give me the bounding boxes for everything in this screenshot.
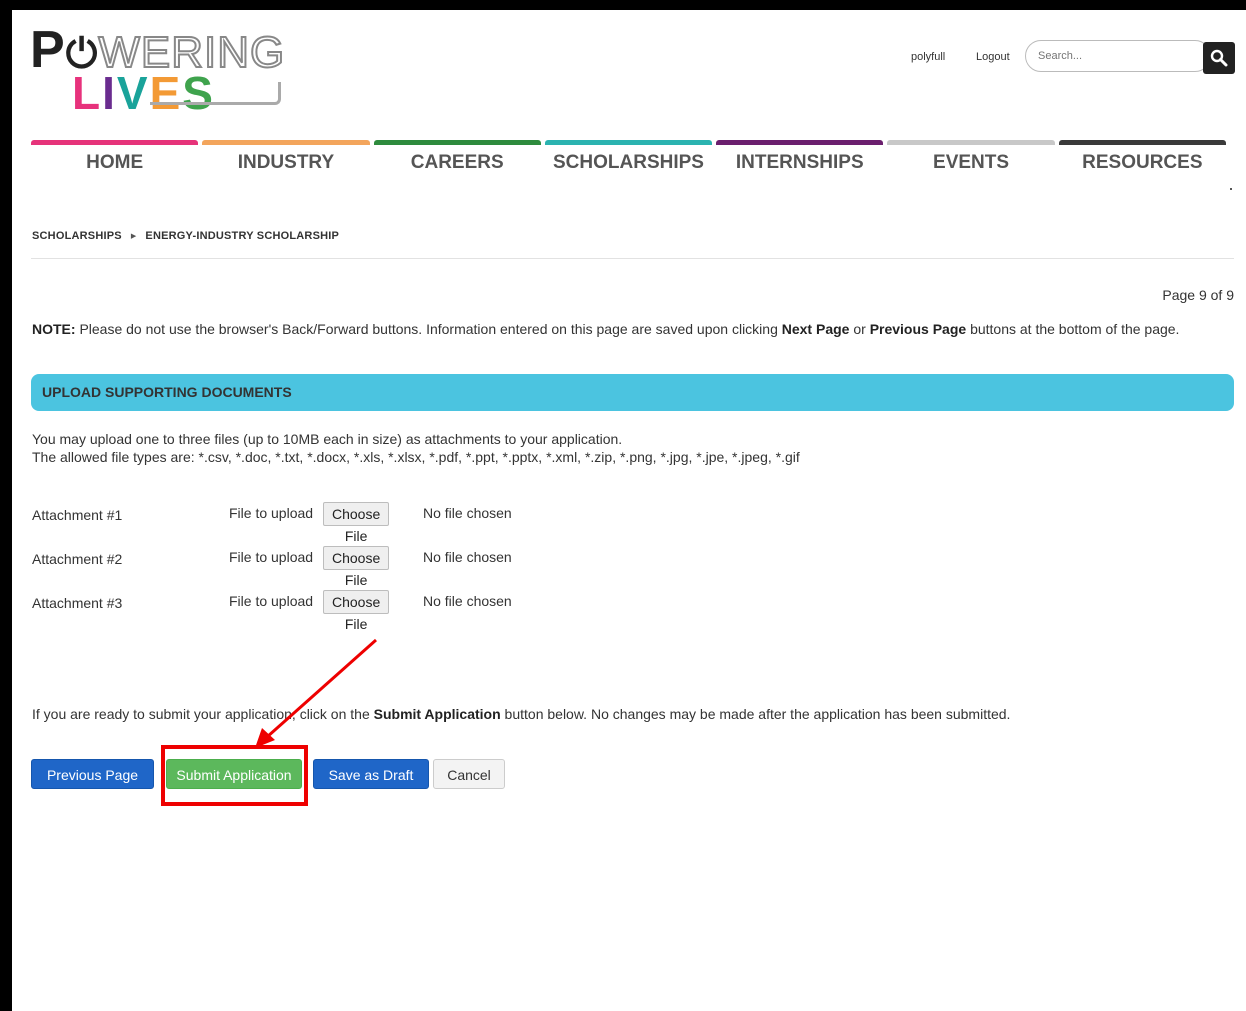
nav-item-label: INDUSTRY [237,152,335,173]
allowed-file-types: The allowed file types are: *.csv, *.doc… [32,449,800,465]
choose-file-button[interactable]: Choose File [323,502,390,544]
file-status: No file chosen [423,593,512,609]
breadcrumb-item-scholarships[interactable]: SCHOLARSHIPS [32,230,122,242]
powering-lives-logo[interactable]: P⏻WERING LIVES [30,20,285,120]
nav-item-events[interactable]: EVENTS [887,140,1055,180]
nav-item-label: EVENTS [933,152,1010,173]
nav-color-bar [716,140,884,145]
nav-item-home[interactable]: HOME [31,140,199,180]
logo-letter: V [116,67,150,119]
logo-letter-p: P [30,21,66,79]
logo-swoosh [150,82,281,105]
save-as-draft-button[interactable]: Save as Draft [313,759,429,789]
attachment-label: Attachment #1 [32,507,123,523]
divider [31,258,1234,259]
main-nav: HOME INDUSTRY CAREERS SCHOLARSHIPS INTER… [31,140,1226,180]
note-part: or [849,321,870,337]
logo-letter: I [102,67,117,119]
search-input[interactable] [1025,40,1211,72]
breadcrumb-item-current: ENERGY-INDUSTRY SCHOLARSHIP [145,230,340,242]
file-to-upload-label: File to upload [229,505,314,521]
previous-page-button[interactable]: Previous Page [31,759,154,789]
breadcrumb-separator-icon: ▶ [130,233,137,241]
annotation-arrow-icon [255,638,377,748]
upload-instructions: You may upload one to three files (up to… [32,430,800,466]
file-to-upload-label: File to upload [229,593,314,609]
file-status: No file chosen [423,505,512,521]
nav-item-label: SCHOLARSHIPS [553,152,704,173]
nav-item-label: CAREERS [410,152,504,173]
nav-item-label: RESOURCES [1082,152,1203,173]
breadcrumb: SCHOLARSHIPS ▶ ENERGY-INDUSTRY SCHOLARSHIP [32,230,339,242]
nav-color-bar [544,140,713,145]
user-account-link[interactable]: polyfull [911,51,945,63]
nav-item-scholarships[interactable]: SCHOLARSHIPS [544,140,713,180]
submit-note-part: button below. No changes may be made aft… [500,706,1011,722]
cancel-button[interactable]: Cancel [433,759,505,789]
nav-color-bar [373,140,541,145]
caption-strip [0,0,1246,10]
file-status: No file chosen [423,549,512,565]
note-part: buttons at the bottom of the page. [966,321,1180,337]
decorative-dot [1230,188,1232,190]
annotation-highlight-box [161,745,308,806]
note-next-page: Next Page [781,321,850,337]
nav-color-bar [887,140,1055,145]
section-header: UPLOAD SUPPORTING DOCUMENTS [31,374,1234,411]
nav-item-industry[interactable]: INDUSTRY [202,140,370,180]
attachment-label: Attachment #2 [32,551,123,567]
logo-letter: L [72,67,103,119]
note-previous-page: Previous Page [869,321,967,337]
nav-item-careers[interactable]: CAREERS [373,140,541,180]
instructions-line: You may upload one to three files (up to… [32,431,623,447]
nav-item-label: HOME [86,152,144,173]
submit-note: If you are ready to submit your applicat… [32,706,1010,722]
search-icon [1210,49,1228,67]
nav-color-bar [202,140,370,145]
logout-link[interactable]: Logout [976,51,1010,63]
note-label: NOTE: [32,321,76,337]
nav-item-resources[interactable]: RESOURCES [1058,140,1226,180]
file-to-upload-label: File to upload [229,549,314,565]
page-indicator: Page 9 of 9 [1162,287,1234,303]
choose-file-button[interactable]: Choose File [323,590,390,632]
nav-color-bar [1058,140,1226,145]
search-button[interactable] [1203,42,1235,74]
note-part: Please do not use the browser's Back/For… [75,321,782,337]
nav-color-bar [31,140,199,145]
submit-note-bold: Submit Application [373,706,501,722]
note-text: NOTE: Please do not use the browser's Ba… [32,320,1232,338]
nav-item-internships[interactable]: INTERNSHIPS [716,140,884,180]
attachment-label: Attachment #3 [32,595,123,611]
nav-item-label: INTERNSHIPS [735,152,864,173]
choose-file-button[interactable]: Choose File [323,546,390,588]
